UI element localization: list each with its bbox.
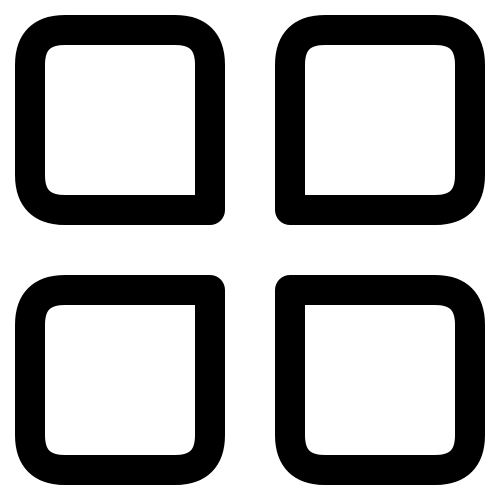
- grid-view-icon: [15, 15, 485, 485]
- tile-bottom-left: [15, 275, 225, 485]
- tile-top-left: [15, 15, 225, 225]
- icon-canvas: [0, 0, 500, 500]
- tile-top-right: [275, 15, 485, 225]
- tile-bottom-right: [275, 275, 485, 485]
